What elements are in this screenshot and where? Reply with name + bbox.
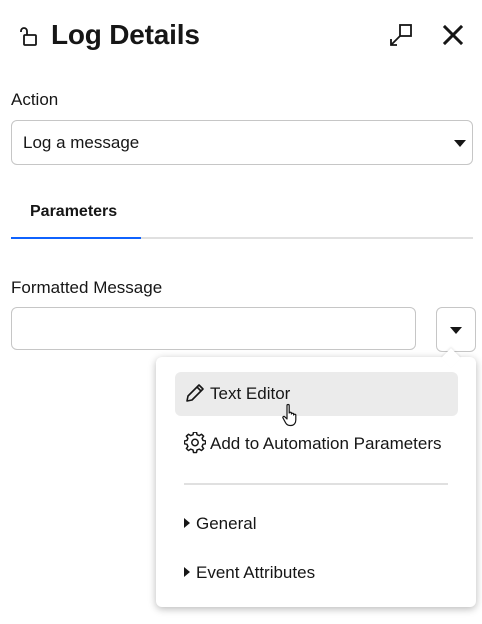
chevron-down-icon <box>450 327 462 334</box>
tab-parameters[interactable]: Parameters <box>11 192 141 239</box>
formatted-message-label: Formatted Message <box>11 278 163 297</box>
unlock-icon[interactable] <box>18 24 42 48</box>
tab-bar: Parameters <box>11 192 473 239</box>
menu-section-label: General <box>196 514 257 533</box>
menu-section-general[interactable]: General <box>183 511 453 539</box>
formatted-message-input[interactable] <box>11 307 416 350</box>
menu-item-label: Text Editor <box>210 384 291 403</box>
close-icon[interactable] <box>441 23 465 47</box>
formatted-message-options-button[interactable] <box>436 307 476 352</box>
action-select[interactable]: Log a message <box>11 120 473 165</box>
menu-section-event-attributes[interactable]: Event Attributes <box>183 560 453 588</box>
popout-icon[interactable] <box>388 22 414 48</box>
caret-right-icon <box>184 567 190 577</box>
chevron-down-icon <box>454 140 466 147</box>
menu-section-label: Event Attributes <box>196 563 316 582</box>
panel-title: Log Details <box>51 19 200 50</box>
menu-divider <box>184 483 448 485</box>
log-details-panel: Log Details Action Log a message Paramet… <box>0 0 482 624</box>
options-menu: Text Editor Add to Automation Parameters… <box>156 357 476 607</box>
panel-header: Log Details <box>0 0 482 70</box>
menu-item-add-to-automation-parameters[interactable]: Add to Automation Parameters <box>175 422 458 466</box>
gear-icon <box>183 431 207 454</box>
pencil-icon <box>184 382 206 404</box>
action-selected-value: Log a message <box>23 133 140 152</box>
menu-item-text-editor[interactable]: Text Editor <box>175 372 458 416</box>
caret-right-icon <box>184 518 190 528</box>
tab-parameters-label: Parameters <box>30 203 118 220</box>
action-label: Action <box>11 90 59 109</box>
menu-item-label: Add to Automation Parameters <box>210 434 442 453</box>
